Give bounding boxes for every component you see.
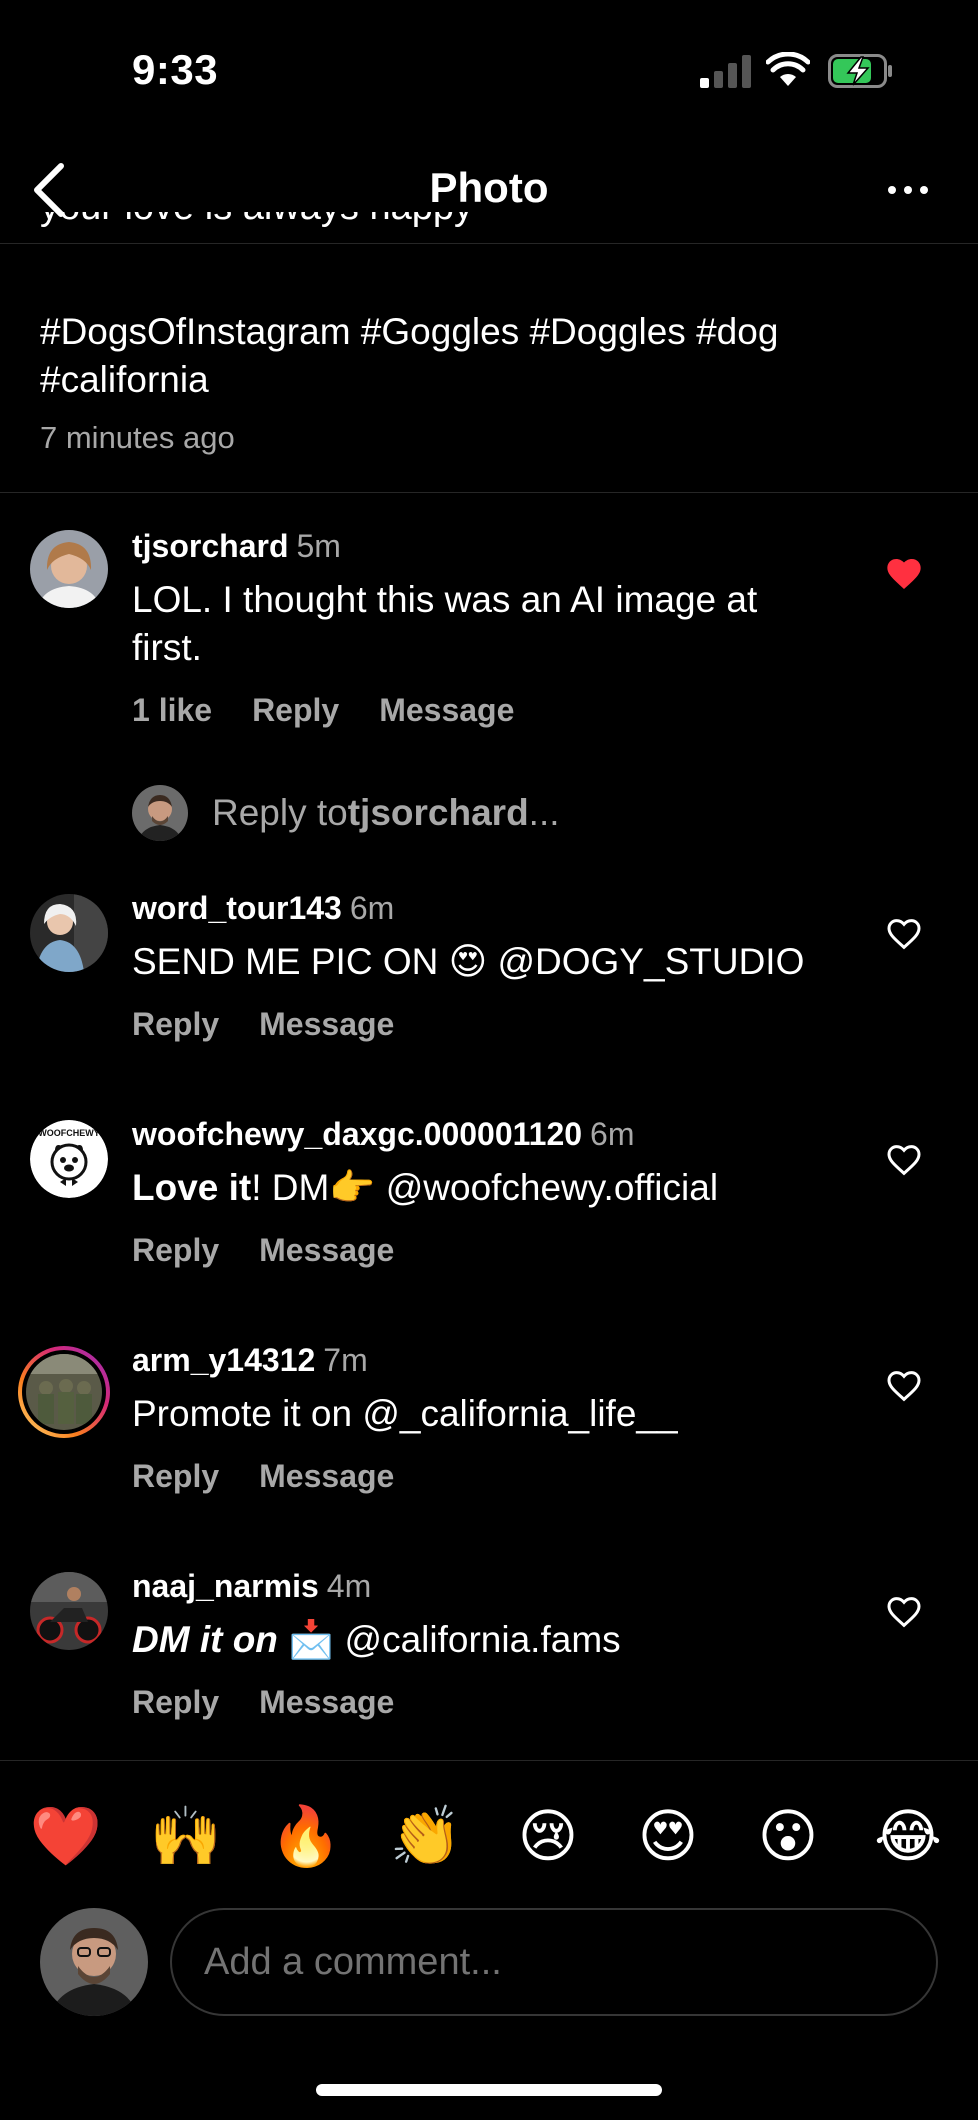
comment-header: word_tour143 6m (132, 890, 394, 927)
comment-header: naaj_narmis 4m (132, 1568, 371, 1605)
comment-username[interactable]: word_tour143 (132, 890, 342, 926)
raising-hands-emoji-button[interactable]: 🙌 (148, 1799, 224, 1875)
avatar[interactable] (30, 894, 108, 972)
caption-timestamp: 7 minutes ago (40, 420, 235, 455)
reply-button[interactable]: Reply (132, 1458, 219, 1494)
heart-outline-icon[interactable] (884, 914, 924, 954)
page-title: Photo (429, 164, 549, 211)
divider (0, 492, 978, 493)
reply-suffix: ... (528, 792, 560, 833)
comment-item: arm_y14312 7m Promote it on @_california_… (0, 1342, 978, 1502)
comment-text: LOL. I thought this was an AI image at f… (132, 579, 758, 668)
comment-age: 5m (296, 528, 341, 564)
dot-icon (920, 186, 928, 194)
message-button[interactable]: Message (259, 1006, 394, 1042)
dot-icon (888, 186, 896, 194)
comment-text: Love it! DM👉 @woofchewy.official (132, 1167, 719, 1208)
red-heart-emoji-button[interactable]: ❤️ (28, 1799, 104, 1875)
comment-item: naaj_narmis 4m DM it on 📩 @california.fam… (0, 1568, 978, 1728)
reply-button[interactable]: Reply (132, 1684, 219, 1720)
wifi-icon (766, 52, 810, 86)
reply-button[interactable]: Reply (252, 692, 339, 728)
caption-text-cut-off: your love is always happy (40, 212, 600, 232)
comment-age: 7m (323, 1342, 368, 1378)
message-button[interactable]: Message (259, 1458, 394, 1494)
reply-prefix: Reply to (212, 792, 348, 833)
message-button[interactable]: Message (259, 1684, 394, 1720)
status-time: 9:33 (132, 46, 219, 93)
comment-username[interactable]: naaj_narmis (132, 1568, 319, 1604)
comment-actions: Reply Message (132, 1684, 434, 1721)
comment-actions: 1 like Reply Message (132, 692, 554, 729)
avatar[interactable] (30, 530, 108, 608)
avatar[interactable]: WOOFCHEWY (30, 1120, 108, 1198)
status-bar: 9:33 (0, 0, 978, 140)
comment-header: tjsorchard 5m (132, 528, 341, 565)
battery-charging-icon (828, 54, 892, 88)
dot-icon (904, 186, 912, 194)
heart-filled-icon[interactable] (884, 554, 924, 594)
caption-hashtags[interactable]: #DogsOfInstagram #Goggles #Doggles #dog … (40, 308, 940, 404)
comment-actions: Reply Message (132, 1458, 434, 1495)
heart-outline-icon[interactable] (884, 1140, 924, 1180)
comment-username[interactable]: woofchewy_daxgc.000001120 (132, 1116, 582, 1152)
comment-username[interactable]: tjsorchard (132, 528, 288, 564)
crying-face-emoji-button[interactable]: 😢 (510, 1799, 586, 1875)
emoji-reaction-bar: ❤️ 🙌 🔥 👏 😢 😍 😮 😂 (0, 1760, 978, 1910)
cellular-signal-icon (700, 54, 752, 88)
likes-count[interactable]: 1 like (132, 692, 212, 728)
reply-username: tjsorchard (347, 792, 529, 833)
heart-outline-icon[interactable] (884, 1366, 924, 1406)
comment-age: 6m (590, 1116, 635, 1152)
home-indicator[interactable] (316, 2084, 662, 2096)
envelope-arrow-emoji-icon: 📩 (288, 1619, 335, 1660)
reply-prompt[interactable]: Reply to tjsorchard... (132, 784, 560, 842)
comment-item: word_tour143 6m SEND ME PIC ON 😍 @DOGY_ST… (0, 890, 978, 1050)
comment-text: DM it on 📩 @california.fams (132, 1619, 621, 1660)
avatar-with-story-ring[interactable] (18, 1346, 110, 1438)
comment-header: woofchewy_daxgc.000001120 6m (132, 1116, 635, 1153)
message-button[interactable]: Message (259, 1232, 394, 1268)
comment-actions: Reply Message (132, 1232, 434, 1269)
reply-button[interactable]: Reply (132, 1006, 219, 1042)
message-button[interactable]: Message (379, 692, 514, 728)
pointing-right-emoji-icon: 👉 (329, 1167, 376, 1208)
my-avatar (40, 1908, 148, 2016)
heart-outline-icon[interactable] (884, 1592, 924, 1632)
tears-of-joy-emoji-button[interactable]: 😂 (870, 1799, 946, 1875)
comment-age: 6m (349, 890, 395, 926)
reply-button[interactable]: Reply (132, 1232, 219, 1268)
comment-header: arm_y14312 7m (132, 1342, 368, 1379)
clapping-hands-emoji-button[interactable]: 👏 (388, 1799, 464, 1875)
comment-age: 4m (326, 1568, 372, 1604)
avatar[interactable] (30, 1572, 108, 1650)
comment-item: WOOFCHEWY woofchewy_daxgc.000001120 6m Lo… (0, 1116, 978, 1276)
fire-emoji-button[interactable]: 🔥 (268, 1799, 344, 1875)
comment-item: tjsorchard 5m LOL. I thought this was an … (0, 528, 978, 728)
svg-text:WOOFCHEWY: WOOFCHEWY (38, 1128, 100, 1138)
heart-eyes-emoji-icon: 😍 (448, 941, 488, 982)
comment-text: Promote it on @_california_life__ (132, 1393, 678, 1434)
surprised-face-emoji-button[interactable]: 😮 (750, 1799, 826, 1875)
comment-actions: Reply Message (132, 1006, 434, 1043)
heart-eyes-emoji-button[interactable]: 😍 (630, 1799, 706, 1875)
my-avatar (132, 785, 188, 841)
more-options-button[interactable] (876, 170, 940, 210)
comment-username[interactable]: arm_y14312 (132, 1342, 315, 1378)
comment-input[interactable] (170, 1908, 938, 2016)
comment-text: SEND ME PIC ON 😍 @DOGY_STUDIO (132, 941, 805, 982)
